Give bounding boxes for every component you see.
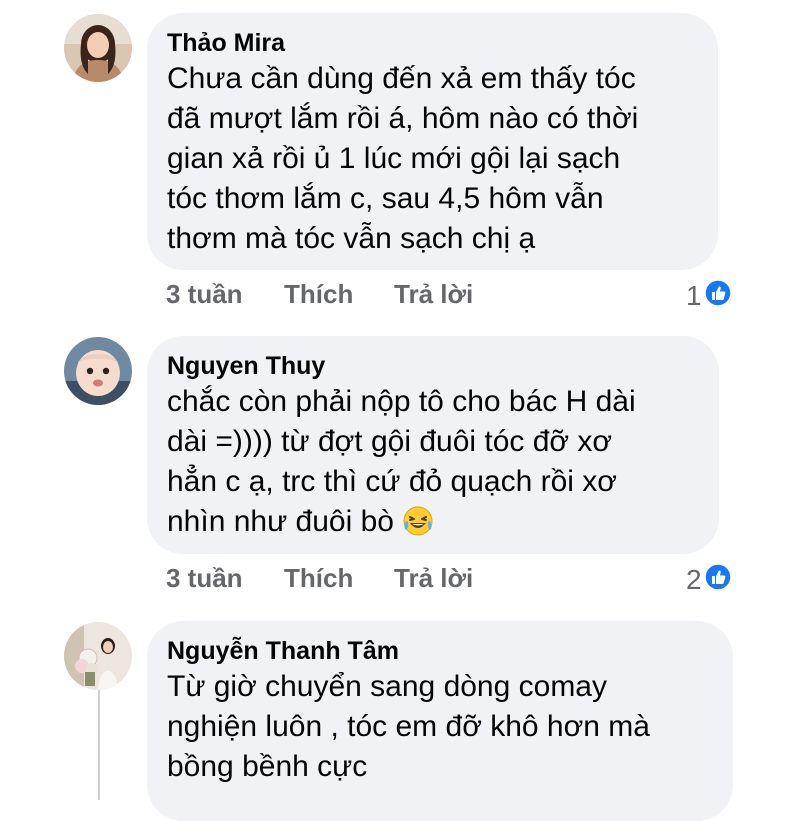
comment-line: nhìn như đuôi bò bbox=[167, 502, 697, 548]
comment-bubble: Thảo Mira Chưa cần dùng đến xả em thấy t… bbox=[147, 13, 718, 270]
reaction-count[interactable]: 2 bbox=[686, 563, 732, 597]
reply-button[interactable]: Trả lời bbox=[394, 279, 473, 309]
reaction-number: 2 bbox=[686, 564, 702, 595]
avatar[interactable] bbox=[64, 14, 132, 82]
comment-actions: 3 tuần Thích Trả lời bbox=[166, 279, 473, 309]
comment-text: Chưa cần dùng đến xả em thấy tóc đã mượt… bbox=[167, 59, 696, 259]
comment-author[interactable]: Nguyen Thuy bbox=[167, 350, 697, 382]
reply-thread-line bbox=[98, 690, 100, 800]
comment-line: tóc thơm lắm c, sau 4,5 hôm vẫn bbox=[167, 182, 604, 215]
like-button[interactable]: Thích bbox=[284, 279, 394, 309]
comment-bubble: Nguyen Thuy chắc còn phải nộp tô cho bác… bbox=[147, 336, 719, 554]
reaction-number: 1 bbox=[686, 280, 702, 311]
like-button[interactable]: Thích bbox=[284, 563, 394, 593]
comment-line: bồng bềnh cực bbox=[167, 750, 368, 783]
comment-text: Từ giờ chuyển sang dòng comay nghiện luô… bbox=[167, 667, 711, 787]
comment-timestamp[interactable]: 3 tuần bbox=[166, 279, 284, 309]
comment-author[interactable]: Thảo Mira bbox=[167, 27, 696, 59]
comment-line: Từ giờ chuyển sang dòng comay bbox=[167, 670, 607, 703]
like-icon bbox=[703, 563, 732, 597]
avatar[interactable] bbox=[64, 337, 132, 405]
laughing-emoji-icon bbox=[402, 505, 434, 548]
comment-line: nghiện luôn , tóc em đỡ khô hơn mà bbox=[167, 710, 650, 743]
comment-actions: 3 tuần Thích Trả lời bbox=[166, 563, 473, 593]
reply-button[interactable]: Trả lời bbox=[394, 563, 473, 593]
comment-timestamp[interactable]: 3 tuần bbox=[166, 563, 284, 593]
comment-line: Chưa cần dùng đến xả em thấy tóc bbox=[167, 62, 636, 95]
comment-line-text: nhìn như đuôi bò bbox=[167, 505, 394, 538]
comment-line: thơm mà tóc vẫn sạch chị ạ bbox=[167, 222, 536, 255]
comment-author[interactable]: Nguyễn Thanh Tâm bbox=[167, 635, 711, 667]
like-icon bbox=[703, 279, 732, 313]
comment-line: đã mượt lắm rồi á, hôm nào có thời bbox=[167, 102, 639, 135]
comment-text: chắc còn phải nộp tô cho bác H dài dài =… bbox=[167, 382, 697, 548]
avatar[interactable] bbox=[64, 622, 132, 690]
comment-line: chắc còn phải nộp tô cho bác H dài bbox=[167, 385, 636, 418]
comment-line: gian xả rồi ủ 1 lúc mới gội lại sạch bbox=[167, 142, 621, 175]
comment-line: hẳn c ạ, trc thì cứ đỏ quạch rồi xơ bbox=[167, 465, 617, 498]
comment-line: dài =)))) từ đợt gội đuôi tóc đỡ xơ bbox=[167, 425, 613, 458]
comment-bubble: Nguyễn Thanh Tâm Từ giờ chuyển sang dòng… bbox=[147, 621, 733, 821]
reaction-count[interactable]: 1 bbox=[686, 279, 732, 313]
